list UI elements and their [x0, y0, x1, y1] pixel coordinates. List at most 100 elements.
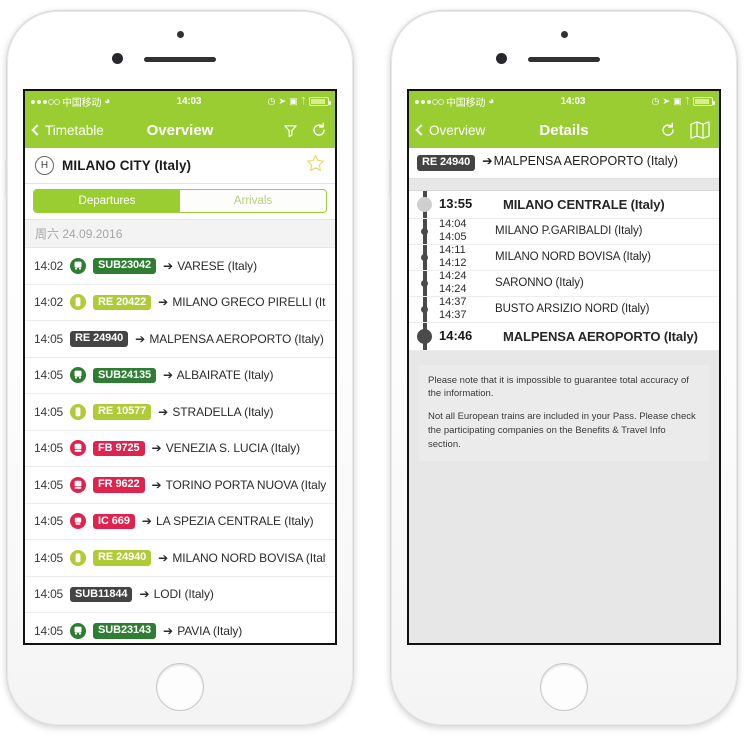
route-header: RE 24940 ➔MALPENSA AEROPORTO (Italy)	[409, 148, 719, 179]
departure-time: 14:05	[34, 623, 64, 638]
stop-arrival-time: 14:11	[439, 244, 466, 257]
departure-destination: ➔ LA SPEZIA CENTRALE (Italy)	[141, 514, 314, 529]
stop-times: 14:46	[439, 328, 481, 344]
train-badge: RE 20422	[93, 294, 152, 310]
departure-row[interactable]: 14:05 SUB23143 ➔ PAVIA (Italy)	[25, 613, 335, 643]
status-bar-left-group: 中国移动 ◕	[415, 94, 494, 109]
departure-row[interactable]: 14:05 RE 10577 ➔ STRADELLA (Italy)	[25, 394, 335, 431]
departures-list[interactable]: 14:02 SUB23042 ➔ VARESE (Italy) 14:02 RE 204…	[25, 248, 335, 643]
stop-row: 14:11 14:12 MILANO NORD BOVISA (Italy)	[409, 244, 719, 271]
departure-row[interactable]: 14:02 RE 20422 ➔ MILANO GRECO PIRELLI (Ita…	[25, 285, 335, 321]
section-spacer	[409, 178, 719, 191]
departure-row[interactable]: 14:05 SUB11844 ➔ LODI (Italy)	[25, 577, 335, 613]
departure-row[interactable]: 14:05 IC 669 ➔ LA SPEZIA CENTRALE (Italy)	[25, 504, 335, 540]
filter-icon[interactable]	[283, 123, 298, 138]
departure-row[interactable]: 14:05 RE 24940 ➔ MILANO NORD BOVISA (Italy…	[25, 540, 335, 577]
tab-departures[interactable]: Departures	[34, 190, 180, 212]
earpiece-speaker	[528, 57, 600, 62]
train-badge: FB 9725	[93, 440, 145, 456]
timeline-start-dot-icon	[417, 196, 432, 212]
stop-arrival-time: 14:37	[439, 296, 467, 309]
stop-row: 14:04 14:05 MILANO P.GARIBALDI (Italy)	[409, 218, 719, 245]
location-arrow-icon: ➤	[662, 96, 671, 106]
departure-row[interactable]: 14:05 FB 9725 ➔ VENEZIA S. LUCIA (Italy)	[25, 431, 335, 467]
details-nav-actions	[660, 120, 711, 140]
departure-row[interactable]: 14:02 SUB23042 ➔ VARESE (Italy)	[25, 248, 335, 285]
stop-departure-time: 14:24	[439, 283, 467, 295]
home-button[interactable]	[156, 663, 204, 711]
status-bar-left-group: 中国移动 ◕	[31, 94, 110, 109]
disclaimer-paragraph: Please note that it is impossible to gua…	[428, 374, 689, 400]
phone-right: 中国移动 ◕ 14:03 ◷ ➤ ▣ ᛏ Overview Details RE…	[389, 10, 738, 726]
stop-name: SARONNO (Italy)	[495, 277, 584, 289]
departure-destination: ➔ VENEZIA S. LUCIA (Italy)	[151, 441, 301, 456]
map-icon[interactable]	[689, 120, 711, 140]
status-bar-right-group: ◷ ➤ ▣ ᛏ	[268, 96, 331, 106]
departure-time: 14:05	[34, 441, 64, 456]
status-bar-clock: 14:03	[560, 96, 586, 107]
departure-time: 14:05	[34, 587, 64, 602]
tab-arrivals[interactable]: Arrivals	[180, 190, 326, 212]
segmented-control-wrap: Departures Arrivals	[25, 184, 335, 219]
route-destination: ➔MALPENSA AEROPORTO (Italy)	[482, 154, 678, 170]
train-badge: SUB11844	[70, 586, 133, 602]
stop-times: 14:37 14:37	[439, 296, 481, 321]
departure-time: 14:05	[34, 514, 64, 529]
train-icon	[70, 294, 87, 311]
highspeed-icon	[70, 476, 87, 493]
arrow-right-icon: ➔	[141, 514, 152, 529]
departure-time: 14:05	[34, 404, 64, 419]
refresh-icon[interactable]	[311, 122, 327, 138]
date-header: 周六 24.09.2016	[25, 219, 335, 248]
status-bar-right-group: ◷ ➤ ▣ ᛏ	[652, 96, 715, 106]
stop-name: MILANO NORD BOVISA (Italy)	[495, 251, 651, 263]
stop-times: 13:55	[439, 196, 481, 212]
train-badge: RE 10577	[93, 404, 152, 420]
signal-strength-icon	[415, 99, 443, 104]
arrow-right-icon: ➔	[163, 258, 174, 273]
stop-times: 14:24 14:24	[439, 270, 481, 295]
train-icon	[70, 403, 87, 420]
departure-destination: ➔ VARESE (Italy)	[163, 258, 257, 273]
proximity-sensor-icon	[177, 31, 184, 38]
carrier-label: 中国移动	[446, 98, 486, 109]
stop-departure-time: 14:05	[439, 231, 467, 243]
bluetooth-icon: ᛏ	[300, 96, 306, 106]
train-badge: SUB24135	[93, 367, 157, 383]
battery-icon	[309, 97, 331, 106]
departure-time: 14:05	[34, 477, 64, 492]
star-outline-icon[interactable]	[306, 154, 325, 178]
departure-destination: ➔ MILANO NORD BOVISA (Italy)	[158, 550, 326, 565]
status-bar-left: 中国移动 ◕ 14:03 ◷ ➤ ▣ ᛏ	[25, 91, 335, 112]
arrow-right-icon: ➔	[163, 623, 174, 638]
tram-icon	[70, 367, 87, 384]
chevron-left-icon	[31, 124, 43, 136]
location-arrow-icon: ➤	[278, 96, 287, 106]
carrier-label: 中国移动	[62, 98, 102, 109]
station-marker-icon: H	[35, 156, 54, 175]
departure-time: 14:02	[34, 258, 64, 273]
departure-row[interactable]: 14:05 SUB24135 ➔ ALBAIRATE (Italy)	[25, 358, 335, 394]
departure-row[interactable]: 14:05 RE 24940 ➔ MALPENSA AEROPORTO (Italy…	[25, 321, 335, 358]
arrow-right-icon: ➔	[163, 368, 174, 383]
station-header[interactable]: H MILANO CITY (Italy)	[25, 148, 335, 184]
rotation-lock-icon: ▣	[673, 96, 682, 106]
departure-destination: ➔ STRADELLA (Italy)	[158, 404, 274, 419]
departure-destination: ➔ MILANO GRECO PIRELLI (Italy)	[158, 295, 326, 310]
back-to-timetable-button[interactable]: Timetable	[31, 123, 104, 138]
timeline-stop-dot-icon	[421, 253, 428, 261]
departure-destination: ➔ LODI (Italy)	[139, 587, 214, 602]
timeline-stop-dot-icon	[421, 227, 428, 235]
home-button[interactable]	[540, 663, 588, 711]
stop-row: 14:46 MALPENSA AEROPORTO (Italy)	[409, 323, 719, 351]
train-badge: FR 9622	[93, 477, 145, 493]
refresh-icon[interactable]	[660, 122, 676, 138]
departure-time: 14:02	[34, 295, 64, 310]
departure-row[interactable]: 14:05 FR 9622 ➔ TORINO PORTA NUOVA (Italy)	[25, 467, 335, 504]
back-to-overview-button[interactable]: Overview	[415, 123, 485, 138]
station-name: MILANO CITY (Italy)	[62, 158, 192, 173]
route-destination-text: MALPENSA AEROPORTO (Italy)	[493, 154, 678, 168]
arrow-right-icon: ➔	[151, 441, 162, 456]
timeline-end-dot-icon	[417, 328, 432, 344]
front-camera-icon	[496, 53, 507, 64]
